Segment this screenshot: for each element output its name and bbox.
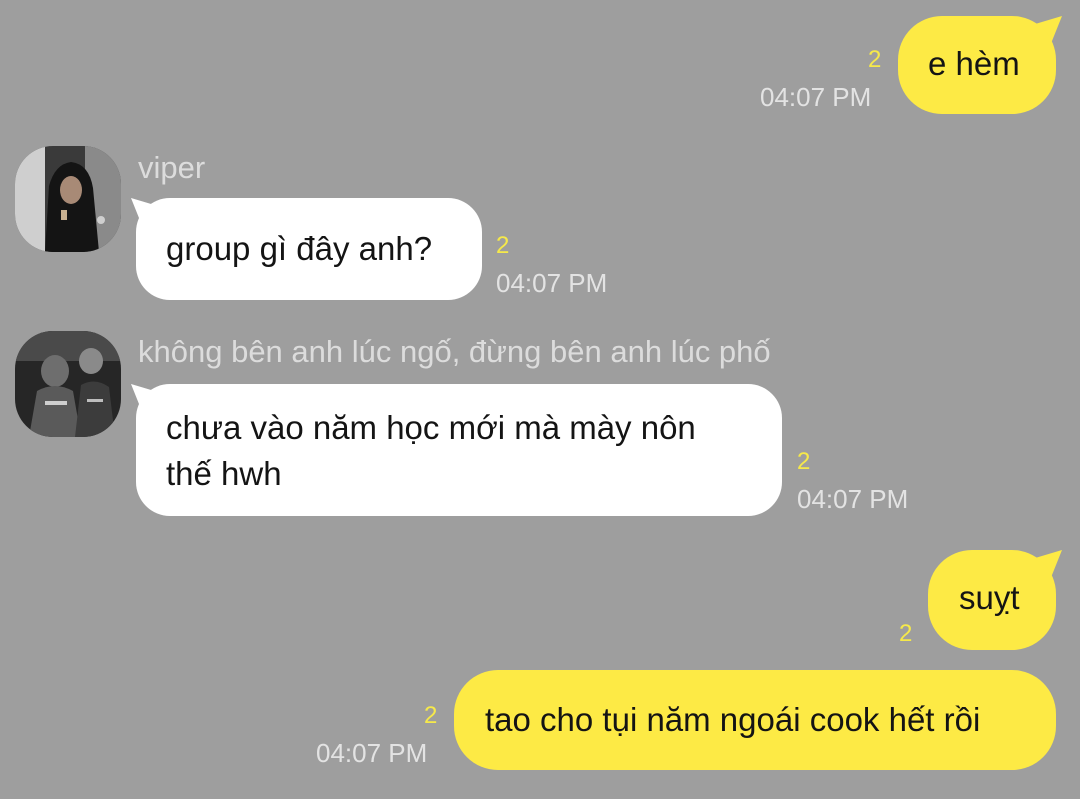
message-time: 04:07 PM xyxy=(496,268,608,298)
message-text: tao cho tụi năm ngoái cook hết rồi xyxy=(485,701,981,738)
message-time: 04:07 PM xyxy=(797,484,909,514)
hooded-person-avatar-icon xyxy=(15,146,121,252)
message-time: 04:07 PM xyxy=(760,82,872,112)
message-text-line: chưa vào năm học mới mà mày nôn xyxy=(166,409,696,446)
message-bubble[interactable]: tao cho tụi năm ngoái cook hết rồi xyxy=(454,670,1056,770)
sender-avatar[interactable] xyxy=(15,146,121,252)
gamer-group-avatar-icon xyxy=(15,331,121,437)
message-bubble[interactable]: suỵt xyxy=(928,550,1056,650)
sender-name: không bên anh lúc ngố, đừng bên anh lúc … xyxy=(138,334,771,369)
message-text: e hèm xyxy=(928,45,1020,82)
message-bubble[interactable]: e hèm xyxy=(898,16,1056,114)
message-text: suỵt xyxy=(959,579,1020,616)
message-bubble[interactable]: group gì đây anh? xyxy=(136,198,482,300)
unread-count: 2 xyxy=(868,46,882,73)
message-bubble[interactable]: chưa vào năm học mới mà mày nôn thế hwh xyxy=(136,384,782,516)
unread-count: 2 xyxy=(797,448,811,475)
sender-avatar[interactable] xyxy=(15,331,121,437)
unread-count: 2 xyxy=(496,232,510,259)
message-text-line: thế hwh xyxy=(166,455,282,492)
sender-name: viper xyxy=(138,150,206,185)
unread-count: 2 xyxy=(424,702,438,729)
message-text: group gì đây anh? xyxy=(166,230,433,267)
message-time: 04:07 PM xyxy=(316,738,428,768)
unread-count: 2 xyxy=(899,620,913,647)
